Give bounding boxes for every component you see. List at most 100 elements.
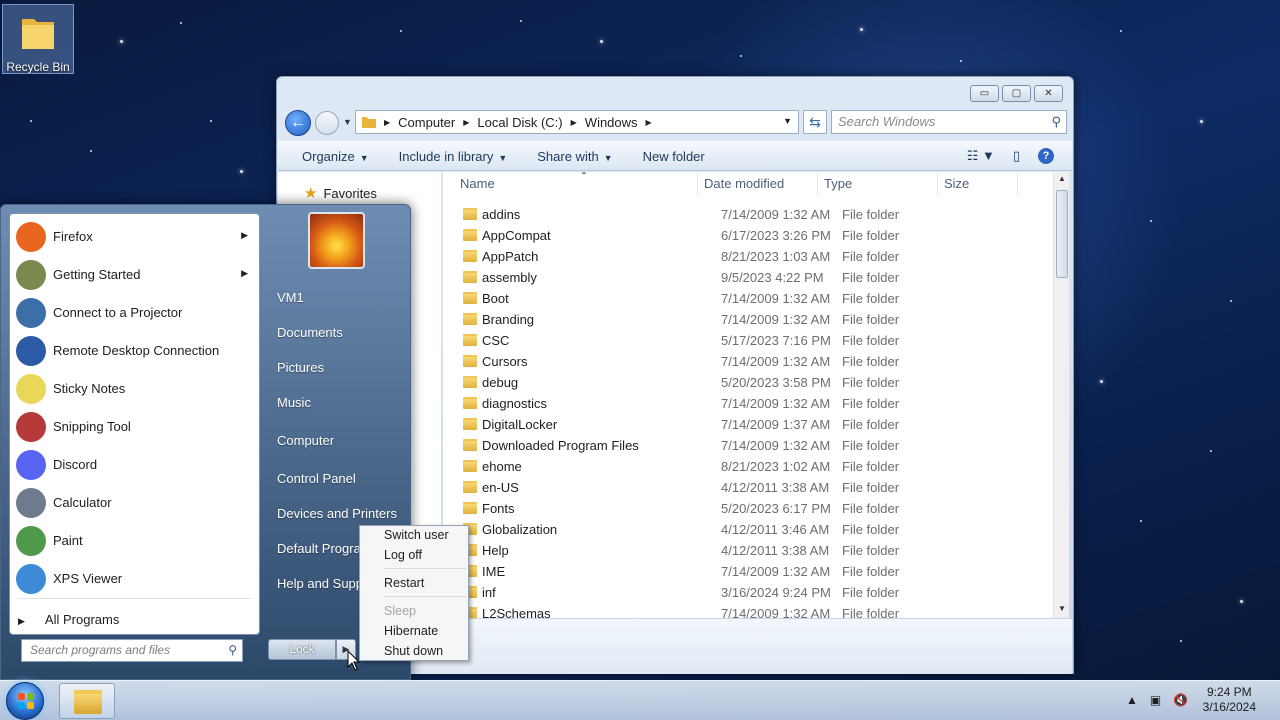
file-row[interactable]: Branding 7/14/2009 1:32 AM File folder — [443, 309, 1053, 330]
scroll-up-icon[interactable]: ▲ — [1058, 174, 1066, 183]
back-button[interactable]: ← — [285, 110, 311, 136]
program-label: Getting Started — [53, 267, 141, 282]
breadcrumb-arrow-icon[interactable]: ▶ — [463, 118, 469, 127]
start-program-item[interactable]: Firefox ▶ — [10, 218, 260, 256]
program-label: XPS Viewer — [53, 571, 123, 586]
forward-button[interactable] — [315, 111, 339, 135]
breadcrumb-arrow-icon[interactable]: ▶ — [646, 118, 652, 127]
start-program-item[interactable]: Getting Started ▶ — [10, 256, 260, 294]
menu-item-hibernate[interactable]: Hibernate — [384, 624, 438, 638]
triangle-right-icon[interactable]: ▶ — [241, 268, 248, 279]
show-hidden-icons-icon[interactable]: ▲ — [1126, 693, 1138, 707]
minimize-button[interactable]: ▭ — [970, 85, 999, 102]
start-right-documents[interactable]: Documents — [277, 325, 343, 340]
user-avatar[interactable] — [308, 212, 365, 269]
file-row[interactable]: debug 5/20/2023 3:58 PM File folder — [443, 372, 1053, 393]
file-type: File folder — [842, 396, 900, 411]
file-row[interactable]: Globalization 4/12/2011 3:46 AM File folde… — [443, 519, 1053, 540]
file-row[interactable]: CSC 5/17/2023 7:16 PM File folder — [443, 330, 1053, 351]
start-program-item[interactable]: Discord — [10, 446, 260, 484]
column-type[interactable]: Type — [818, 172, 938, 196]
preview-pane-icon[interactable]: ▯ — [1013, 148, 1020, 164]
start-program-item[interactable]: Remote Desktop Connection — [10, 332, 260, 370]
file-name: CSC — [482, 333, 510, 348]
file-row[interactable]: Boot 7/14/2009 1:32 AM File folder — [443, 288, 1053, 309]
all-programs-button[interactable]: ▶ All Programs — [18, 612, 119, 627]
system-tray: ▲ ▣ 🔇 — [1126, 693, 1188, 707]
file-name: Fonts — [482, 501, 515, 516]
start-program-item[interactable]: Sticky Notes — [10, 370, 260, 408]
taskbar-explorer-button[interactable] — [59, 683, 115, 719]
file-row[interactable]: assembly 9/5/2023 4:22 PM File folder — [443, 267, 1053, 288]
new-folder-button[interactable]: New folder — [643, 149, 705, 164]
column-name[interactable]: Name — [443, 172, 698, 196]
triangle-right-icon[interactable]: ▶ — [241, 230, 248, 241]
volume-muted-icon[interactable]: 🔇 — [1173, 693, 1188, 707]
address-bar[interactable]: ▶ Computer ▶ Local Disk (C:) ▶ Windows ▶… — [355, 110, 799, 134]
start-program-item[interactable]: Calculator — [10, 484, 260, 522]
file-row[interactable]: ehome 8/21/2023 1:02 AM File folder — [443, 456, 1053, 477]
file-row[interactable]: AppCompat 6/17/2023 3:26 PM File folder — [443, 225, 1053, 246]
view-options-icon[interactable]: ☷ ▼ — [967, 148, 995, 164]
sort-indicator-icon: ▲ — [580, 172, 588, 176]
menu-item-log-off[interactable]: Log off — [384, 548, 422, 562]
file-row[interactable]: Help 4/12/2011 3:38 AM File folder — [443, 540, 1053, 561]
file-name: diagnostics — [482, 396, 548, 411]
scroll-down-icon[interactable]: ▼ — [1058, 604, 1066, 613]
start-right-vm1[interactable]: VM1 — [277, 290, 304, 305]
share-with-button[interactable]: Share with ▼ — [537, 149, 612, 164]
menu-item-shut-down[interactable]: Shut down — [384, 644, 443, 658]
refresh-button[interactable]: ⇆ — [803, 110, 827, 134]
triangle-right-icon: ▶ — [18, 616, 25, 626]
recycle-bin-desktop-icon[interactable]: Recycle Bin — [2, 4, 74, 74]
file-row[interactable]: Downloaded Program Files 7/14/2009 1:32 A… — [443, 435, 1053, 456]
network-icon[interactable]: ▣ — [1150, 693, 1161, 707]
file-row[interactable]: en-US 4/12/2011 3:38 AM File folder — [443, 477, 1053, 498]
file-date: 4/12/2011 3:38 AM — [721, 480, 830, 495]
breadcrumb-computer[interactable]: Computer — [398, 115, 455, 130]
close-button[interactable]: ✕ — [1034, 85, 1063, 102]
include-in-library-button[interactable]: Include in library ▼ — [399, 149, 508, 164]
file-row[interactable]: L2Schemas 7/14/2009 1:32 AM File folder — [443, 603, 1053, 618]
lock-button[interactable]: Lock — [268, 639, 336, 660]
column-date-modified[interactable]: Date modified — [698, 172, 818, 196]
start-program-item[interactable]: XPS Viewer — [10, 560, 260, 598]
start-right-pictures[interactable]: Pictures — [277, 360, 324, 375]
start-right-control-panel[interactable]: Control Panel — [277, 471, 356, 486]
scrollbar-thumb[interactable] — [1056, 190, 1068, 278]
address-history-dropdown[interactable]: ▼ — [783, 116, 792, 126]
search-icon[interactable]: ⚲ — [1051, 111, 1061, 133]
file-row[interactable]: Cursors 7/14/2009 1:32 AM File folder — [443, 351, 1053, 372]
file-row[interactable]: Fonts 5/20/2023 6:17 PM File folder — [443, 498, 1053, 519]
organize-button[interactable]: Organize ▼ — [302, 149, 369, 164]
maximize-button[interactable]: ▢ — [1002, 85, 1031, 102]
file-row[interactable]: DigitalLocker 7/14/2009 1:37 AM File folde… — [443, 414, 1053, 435]
file-row[interactable]: addins 7/14/2009 1:32 AM File folder — [443, 204, 1053, 225]
start-program-item[interactable]: Snipping Tool — [10, 408, 260, 446]
file-row[interactable]: AppPatch 8/21/2023 1:03 AM File folder — [443, 246, 1053, 267]
file-row[interactable]: inf 3/16/2024 9:24 PM File folder — [443, 582, 1053, 603]
nav-favorites[interactable]: ★ Favorites — [304, 184, 377, 202]
file-name: en-US — [482, 480, 519, 495]
breadcrumb-windows[interactable]: Windows — [585, 115, 638, 130]
start-program-item[interactable]: Connect to a Projector — [10, 294, 260, 332]
breadcrumb-local-disk[interactable]: Local Disk (C:) — [477, 115, 562, 130]
help-icon[interactable]: ? — [1038, 148, 1054, 164]
column-size[interactable]: Size — [938, 172, 1018, 196]
start-button[interactable] — [6, 682, 44, 720]
search-windows-input[interactable]: Search Windows ⚲ — [831, 110, 1067, 134]
vertical-scrollbar[interactable]: ▲ ▼ — [1053, 172, 1069, 618]
recent-pages-dropdown[interactable]: ▼ — [343, 117, 352, 127]
clock[interactable]: 9:24 PM 3/16/2024 — [1203, 685, 1256, 715]
breadcrumb-arrow-icon[interactable]: ▶ — [384, 118, 390, 127]
start-search-input[interactable]: Search programs and files ⚲ — [21, 639, 243, 662]
start-right-devices-printers[interactable]: Devices and Printers — [277, 506, 397, 521]
breadcrumb-arrow-icon[interactable]: ▶ — [571, 118, 577, 127]
start-program-item[interactable]: Paint — [10, 522, 260, 560]
start-right-music[interactable]: Music — [277, 395, 311, 410]
file-row[interactable]: diagnostics 7/14/2009 1:32 AM File folder — [443, 393, 1053, 414]
menu-item-restart[interactable]: Restart — [384, 576, 424, 590]
file-row[interactable]: IME 7/14/2009 1:32 AM File folder — [443, 561, 1053, 582]
start-right-computer[interactable]: Computer — [277, 433, 334, 448]
menu-item-switch-user[interactable]: Switch user — [384, 528, 449, 542]
